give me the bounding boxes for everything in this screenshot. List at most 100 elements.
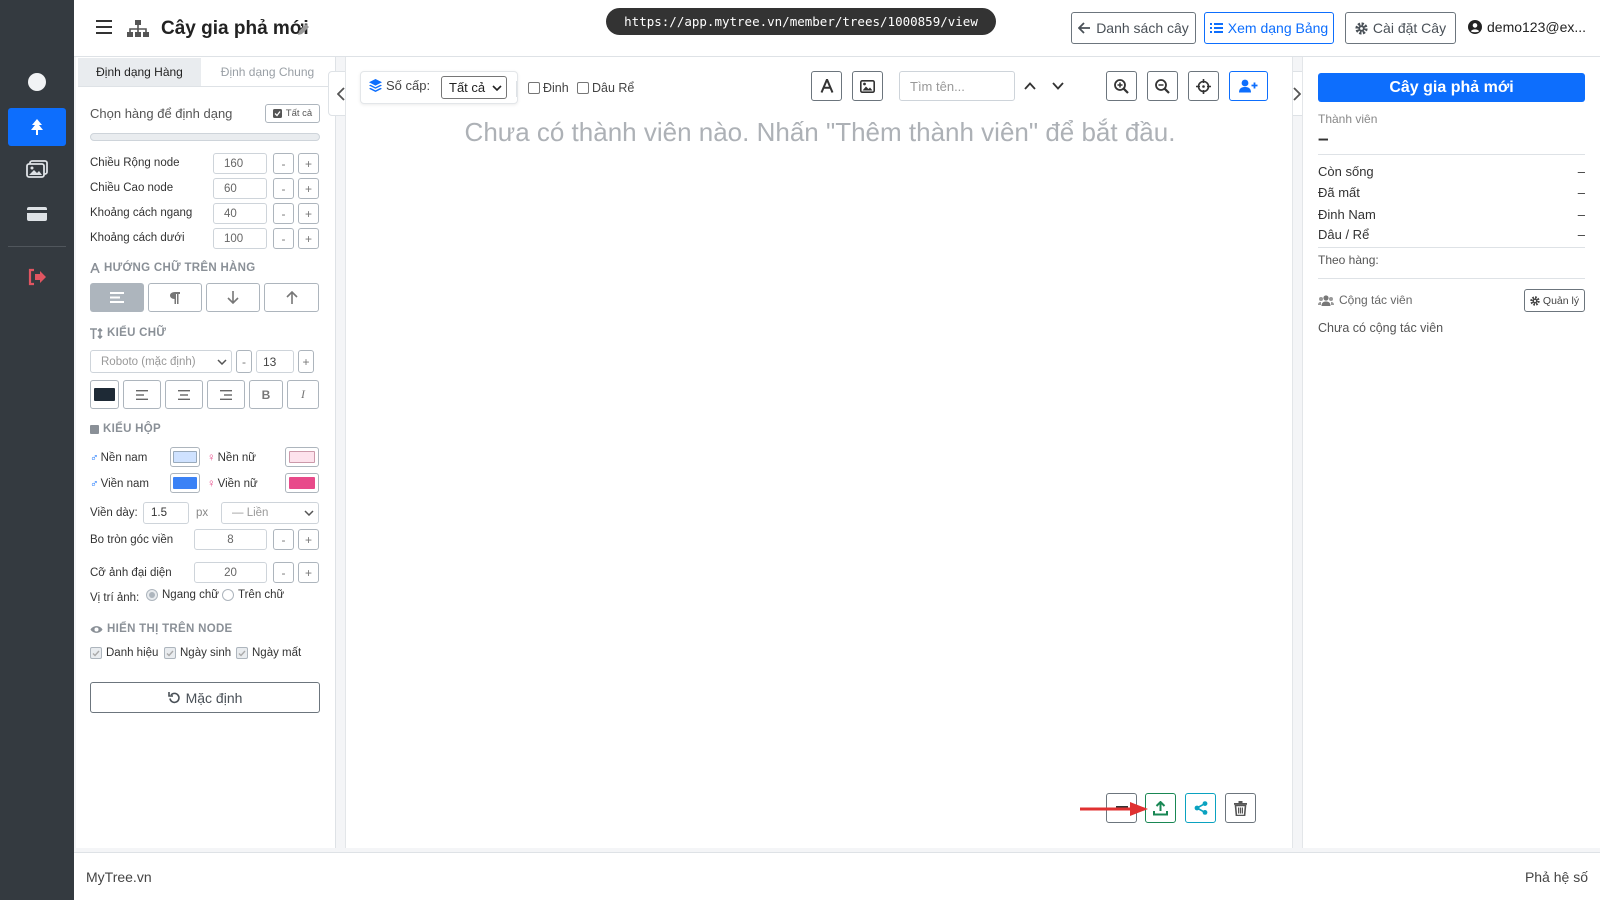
users-icon <box>1318 294 1334 306</box>
sidebar-item-home[interactable] <box>8 63 66 101</box>
arrow-down-icon <box>227 291 239 304</box>
dinh-label: Đinh <box>543 81 569 95</box>
add-member-button[interactable] <box>1229 71 1268 101</box>
zoom-in-button[interactable] <box>1106 71 1137 101</box>
male-bg-text: Nền nam <box>100 452 148 464</box>
image-icon <box>860 79 875 93</box>
male-bg-color-picker[interactable] <box>170 447 200 467</box>
text-align-right-button[interactable] <box>207 380 245 409</box>
border-style-select[interactable]: — Liền <box>221 502 319 524</box>
upload-icon <box>1153 800 1168 815</box>
text-align-left-button[interactable] <box>123 380 161 409</box>
text-direction-paragraph-button[interactable] <box>148 283 202 312</box>
show-deathdate-label: Ngày mất <box>252 647 302 659</box>
gear-icon <box>1355 21 1368 35</box>
align-right-icon <box>220 389 232 400</box>
share-tree-button[interactable] <box>1185 793 1216 823</box>
female-border-color-picker[interactable] <box>285 473 319 493</box>
avatar-size-input[interactable]: 20 <box>194 562 267 583</box>
delete-tree-button[interactable] <box>1225 793 1256 823</box>
border-width-input[interactable]: 1.5 <box>143 502 189 524</box>
search-previous-button[interactable] <box>1021 78 1039 94</box>
hamburger-menu-button[interactable] <box>96 20 112 34</box>
node-width-increment[interactable]: + <box>298 153 319 174</box>
stat-alive-value: – <box>1577 164 1585 179</box>
avatar-size-decrement[interactable]: - <box>273 562 294 583</box>
font-size-decrement[interactable]: - <box>236 350 252 373</box>
chevron-down-icon <box>492 84 502 91</box>
radio-checked <box>146 589 158 601</box>
tree-list-button[interactable]: Danh sách cây <box>1071 12 1196 44</box>
level-label: Số cấp: <box>386 78 431 93</box>
level-select[interactable]: Tất cả <box>441 76 507 99</box>
tree-icon <box>31 119 43 135</box>
search-next-button[interactable] <box>1049 78 1067 94</box>
corner-radius-input[interactable]: 8 <box>194 529 267 550</box>
font-settings-button[interactable] <box>811 71 842 101</box>
female-bg-color-picker[interactable] <box>285 447 319 467</box>
reset-default-button[interactable]: Mặc định <box>90 682 320 713</box>
import-upload-button[interactable] <box>1145 793 1176 823</box>
tree-name-button[interactable]: Cây gia phả mới <box>1318 73 1585 102</box>
table-view-button[interactable]: Xem dạng Bảng <box>1204 12 1334 44</box>
text-align-center-button[interactable] <box>165 380 203 409</box>
manage-collaborators-button[interactable]: Quản lý <box>1524 289 1585 312</box>
horizontal-gap-decrement[interactable]: - <box>273 203 294 224</box>
zoom-out-button[interactable] <box>1147 71 1178 101</box>
chevron-down-icon <box>217 358 227 365</box>
avatar-size-increment[interactable]: + <box>298 562 319 583</box>
search-name-input[interactable]: Tìm tên... <box>899 71 1015 101</box>
stat-deceased: Đã mất – <box>1318 185 1585 200</box>
image-position-above-option[interactable]: Trên chữ <box>222 589 284 601</box>
font-size-input[interactable]: 13 <box>256 350 294 373</box>
corner-radius-label: Bo tròn góc viền <box>90 534 174 546</box>
font-family-select[interactable]: Roboto (mặc định) <box>90 350 232 373</box>
node-width-decrement[interactable]: - <box>273 153 294 174</box>
node-height-decrement[interactable]: - <box>273 178 294 199</box>
sidebar-item-billing[interactable] <box>8 195 66 233</box>
tab-general-format[interactable]: Định dạng Chung <box>201 58 334 87</box>
edit-title-button[interactable] <box>297 23 310 36</box>
text-color-picker[interactable] <box>90 380 119 409</box>
corner-radius-decrement[interactable]: - <box>273 529 294 550</box>
node-height-input[interactable]: 60 <box>213 178 267 199</box>
text-direction-down-button[interactable] <box>206 283 260 312</box>
bottom-gap-increment[interactable]: + <box>298 228 319 249</box>
node-width-input[interactable]: 160 <box>213 153 267 174</box>
text-direction-title: HƯỚNG CHỮ TRÊN HÀNG <box>104 262 256 274</box>
dinh-filter-checkbox[interactable]: Đinh <box>528 81 569 95</box>
italic-button[interactable]: I <box>287 380 319 409</box>
horizontal-gap-increment[interactable]: + <box>298 203 319 224</box>
node-height-increment[interactable]: + <box>298 178 319 199</box>
male-border-color-picker[interactable] <box>170 473 200 493</box>
dau-re-filter-checkbox[interactable]: Dâu Rể <box>577 81 634 95</box>
bottom-gap-label: Khoảng cách dưới <box>90 232 185 244</box>
sidebar-item-gallery[interactable] <box>8 150 66 188</box>
level-filter: Số cấp: <box>369 78 430 93</box>
corner-radius-increment[interactable]: + <box>298 529 319 550</box>
share-icon <box>1194 801 1207 815</box>
show-birthdate-checkbox[interactable]: Ngày sinh <box>164 647 231 659</box>
layers-icon <box>369 79 382 92</box>
tree-canvas[interactable]: Số cấp: Tất cả Đinh Dâu Rể Tìm tên... Ch… <box>345 57 1293 848</box>
select-all-button[interactable]: Tất cả <box>265 104 320 123</box>
bottom-gap-decrement[interactable]: - <box>273 228 294 249</box>
font-size-increment[interactable]: + <box>298 350 314 373</box>
sidebar-item-logout[interactable] <box>8 258 66 296</box>
image-position-side-option[interactable]: Ngang chữ <box>146 589 219 601</box>
show-title-checkbox[interactable]: Danh hiệu <box>90 647 158 659</box>
sidebar-item-tree[interactable] <box>8 108 66 146</box>
export-image-button[interactable] <box>852 71 883 101</box>
text-direction-horizontal-button[interactable] <box>90 283 144 312</box>
row-selector-bar[interactable] <box>90 133 320 141</box>
bottom-gap-input[interactable]: 100 <box>213 228 267 249</box>
zoom-out-icon <box>1155 78 1170 94</box>
user-menu[interactable]: demo123@ex... <box>1468 19 1586 35</box>
tree-settings-button[interactable]: Cài đặt Cây <box>1345 12 1456 44</box>
bold-button[interactable]: B <box>249 380 283 409</box>
center-tree-button[interactable] <box>1188 71 1219 101</box>
horizontal-gap-input[interactable]: 40 <box>213 203 267 224</box>
show-deathdate-checkbox[interactable]: Ngày mất <box>236 647 301 659</box>
tab-row-format[interactable]: Định dạng Hàng <box>78 58 201 87</box>
text-direction-up-button[interactable] <box>264 283 319 312</box>
